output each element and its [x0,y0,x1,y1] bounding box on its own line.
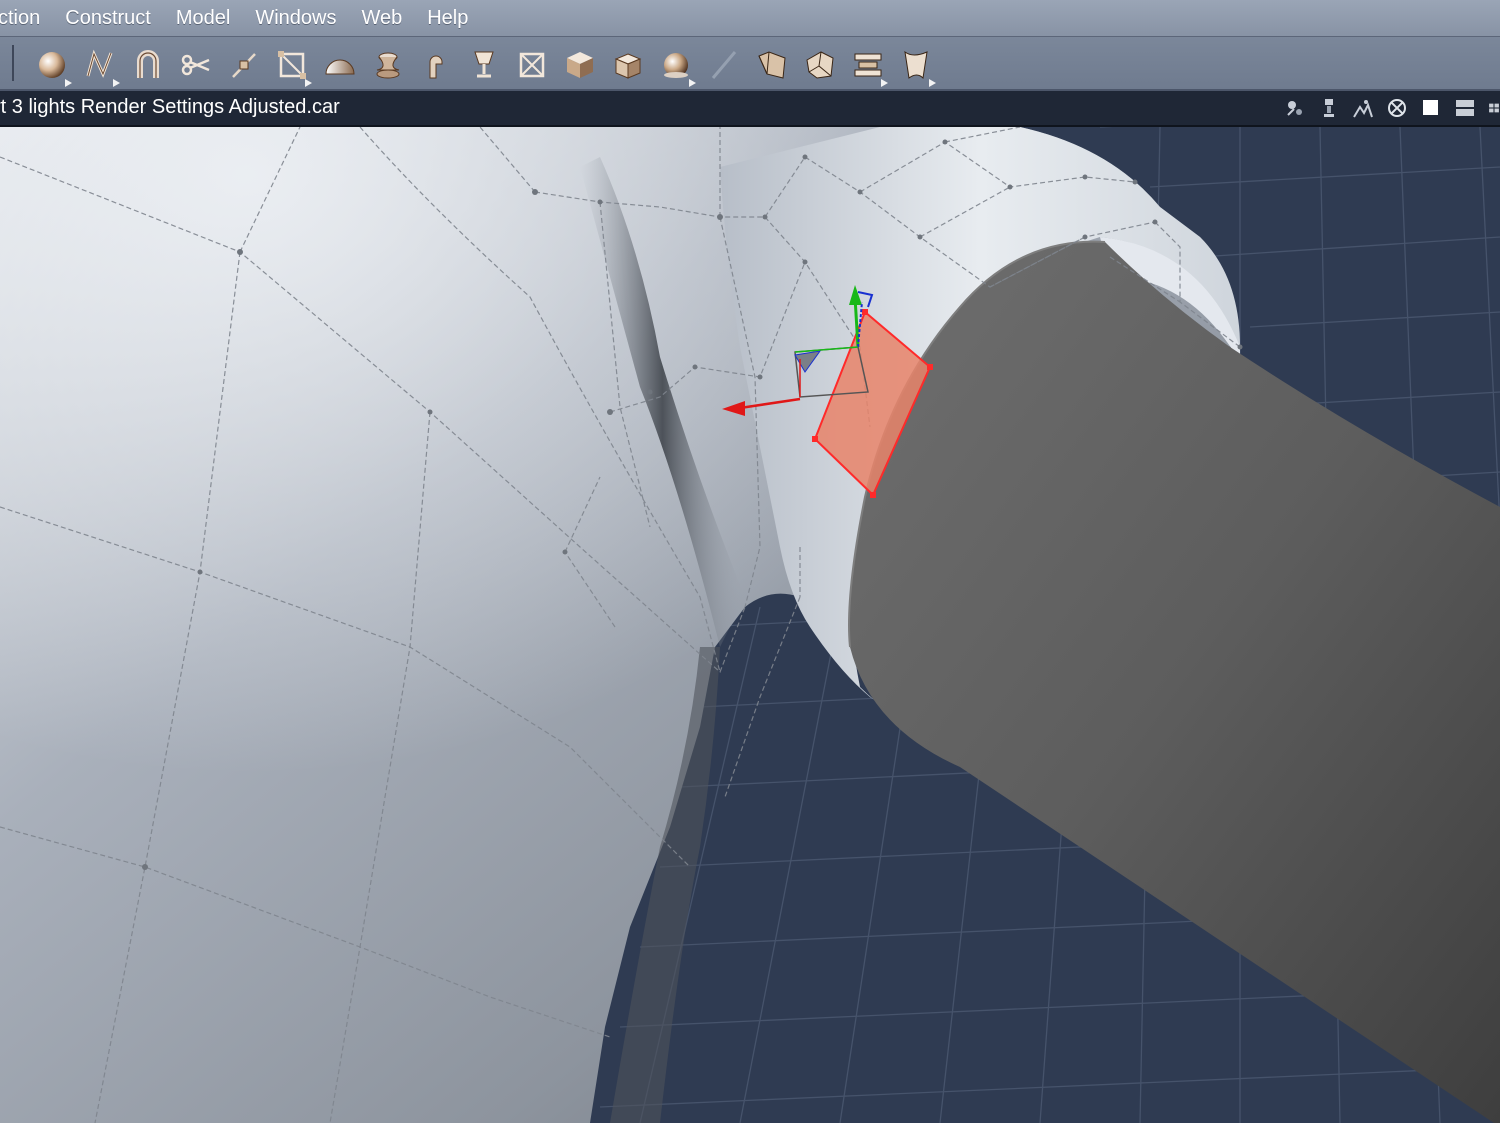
stretch-icon [854,53,882,77]
menu-windows[interactable]: Windows [255,7,336,30]
document-title: rt 3 lights Render Settings Adjusted.car [0,96,340,118]
menu-web[interactable]: Web [361,7,402,30]
polygon-edit-icon [278,51,306,79]
magnet-icon [137,50,159,78]
lathe-icon [376,52,400,79]
cube-icon [567,52,593,78]
camera-orbit-control[interactable] [1284,97,1306,119]
polygon-edit-tool[interactable] [272,45,312,87]
twist-block-tool[interactable] [800,45,840,85]
figure-icon [1353,100,1373,118]
camera-orbit-icon [1287,101,1302,116]
menu-help[interactable]: Help [427,7,468,30]
half-dome-tool[interactable] [320,45,360,85]
viewport-scene[interactable] [0,127,1500,1123]
deform-block-icon [758,51,786,79]
3d-viewport[interactable] [0,127,1500,1123]
menu-construct[interactable]: Construct [65,7,151,30]
render-sphere-icon [664,53,688,78]
vertex-move-tool[interactable] [224,45,264,85]
menu-model[interactable]: Model [176,7,230,30]
package-icon [614,53,642,79]
deform-block-tool[interactable] [752,45,792,85]
box-frame-tool[interactable] [512,45,552,85]
brush-icon [711,51,737,79]
layout-split-button[interactable] [1454,97,1476,119]
layout-single-button[interactable] [1420,97,1442,119]
menu-bar: ction Construct Model Windows Web Help [0,0,1500,37]
vertex-move-icon [232,53,256,78]
tube-cylinder[interactable] [849,241,1500,1123]
curve-tool[interactable] [80,45,120,87]
light-icon [1324,99,1334,117]
render-sphere-tool[interactable] [656,45,696,87]
menu-selection[interactable]: ction [0,7,40,30]
bend-shape-icon [429,55,443,79]
frame-object-control[interactable] [1386,97,1408,119]
scissors-tool[interactable] [176,45,216,85]
magnet-tool[interactable] [128,45,168,85]
scissors-icon [181,54,210,76]
frame-object-icon [1388,99,1406,117]
lathe-tool[interactable] [368,45,408,85]
twist-block-icon [806,51,834,79]
sphere-primitive-tool[interactable] [32,45,72,87]
layout-quad-button[interactable] [1488,97,1500,119]
modeling-toolbar [0,37,1500,91]
goblet-icon [474,51,494,78]
layout-split-icon [1456,100,1474,116]
toolbar-separator [12,45,14,81]
layout-quad-icon [1489,103,1499,113]
light-control[interactable] [1318,97,1340,119]
package-tool[interactable] [608,45,648,85]
taper-tool[interactable] [896,45,936,87]
brush-tool[interactable] [704,45,744,85]
sphere-primitive-icon [39,52,65,78]
document-title-bar: rt 3 lights Render Settings Adjusted.car [0,91,1500,127]
stretch-tool[interactable] [848,45,888,87]
half-dome-icon [325,59,355,75]
view-controls [1284,95,1500,121]
taper-icon [904,50,928,80]
goblet-tool[interactable] [464,45,504,85]
figure-control[interactable] [1352,97,1374,119]
layout-single-icon [1423,100,1438,115]
curve-tool-icon [86,49,113,78]
box-frame-icon [519,52,545,78]
cube-tool[interactable] [560,45,600,85]
bend-shape-tool[interactable] [416,45,456,85]
